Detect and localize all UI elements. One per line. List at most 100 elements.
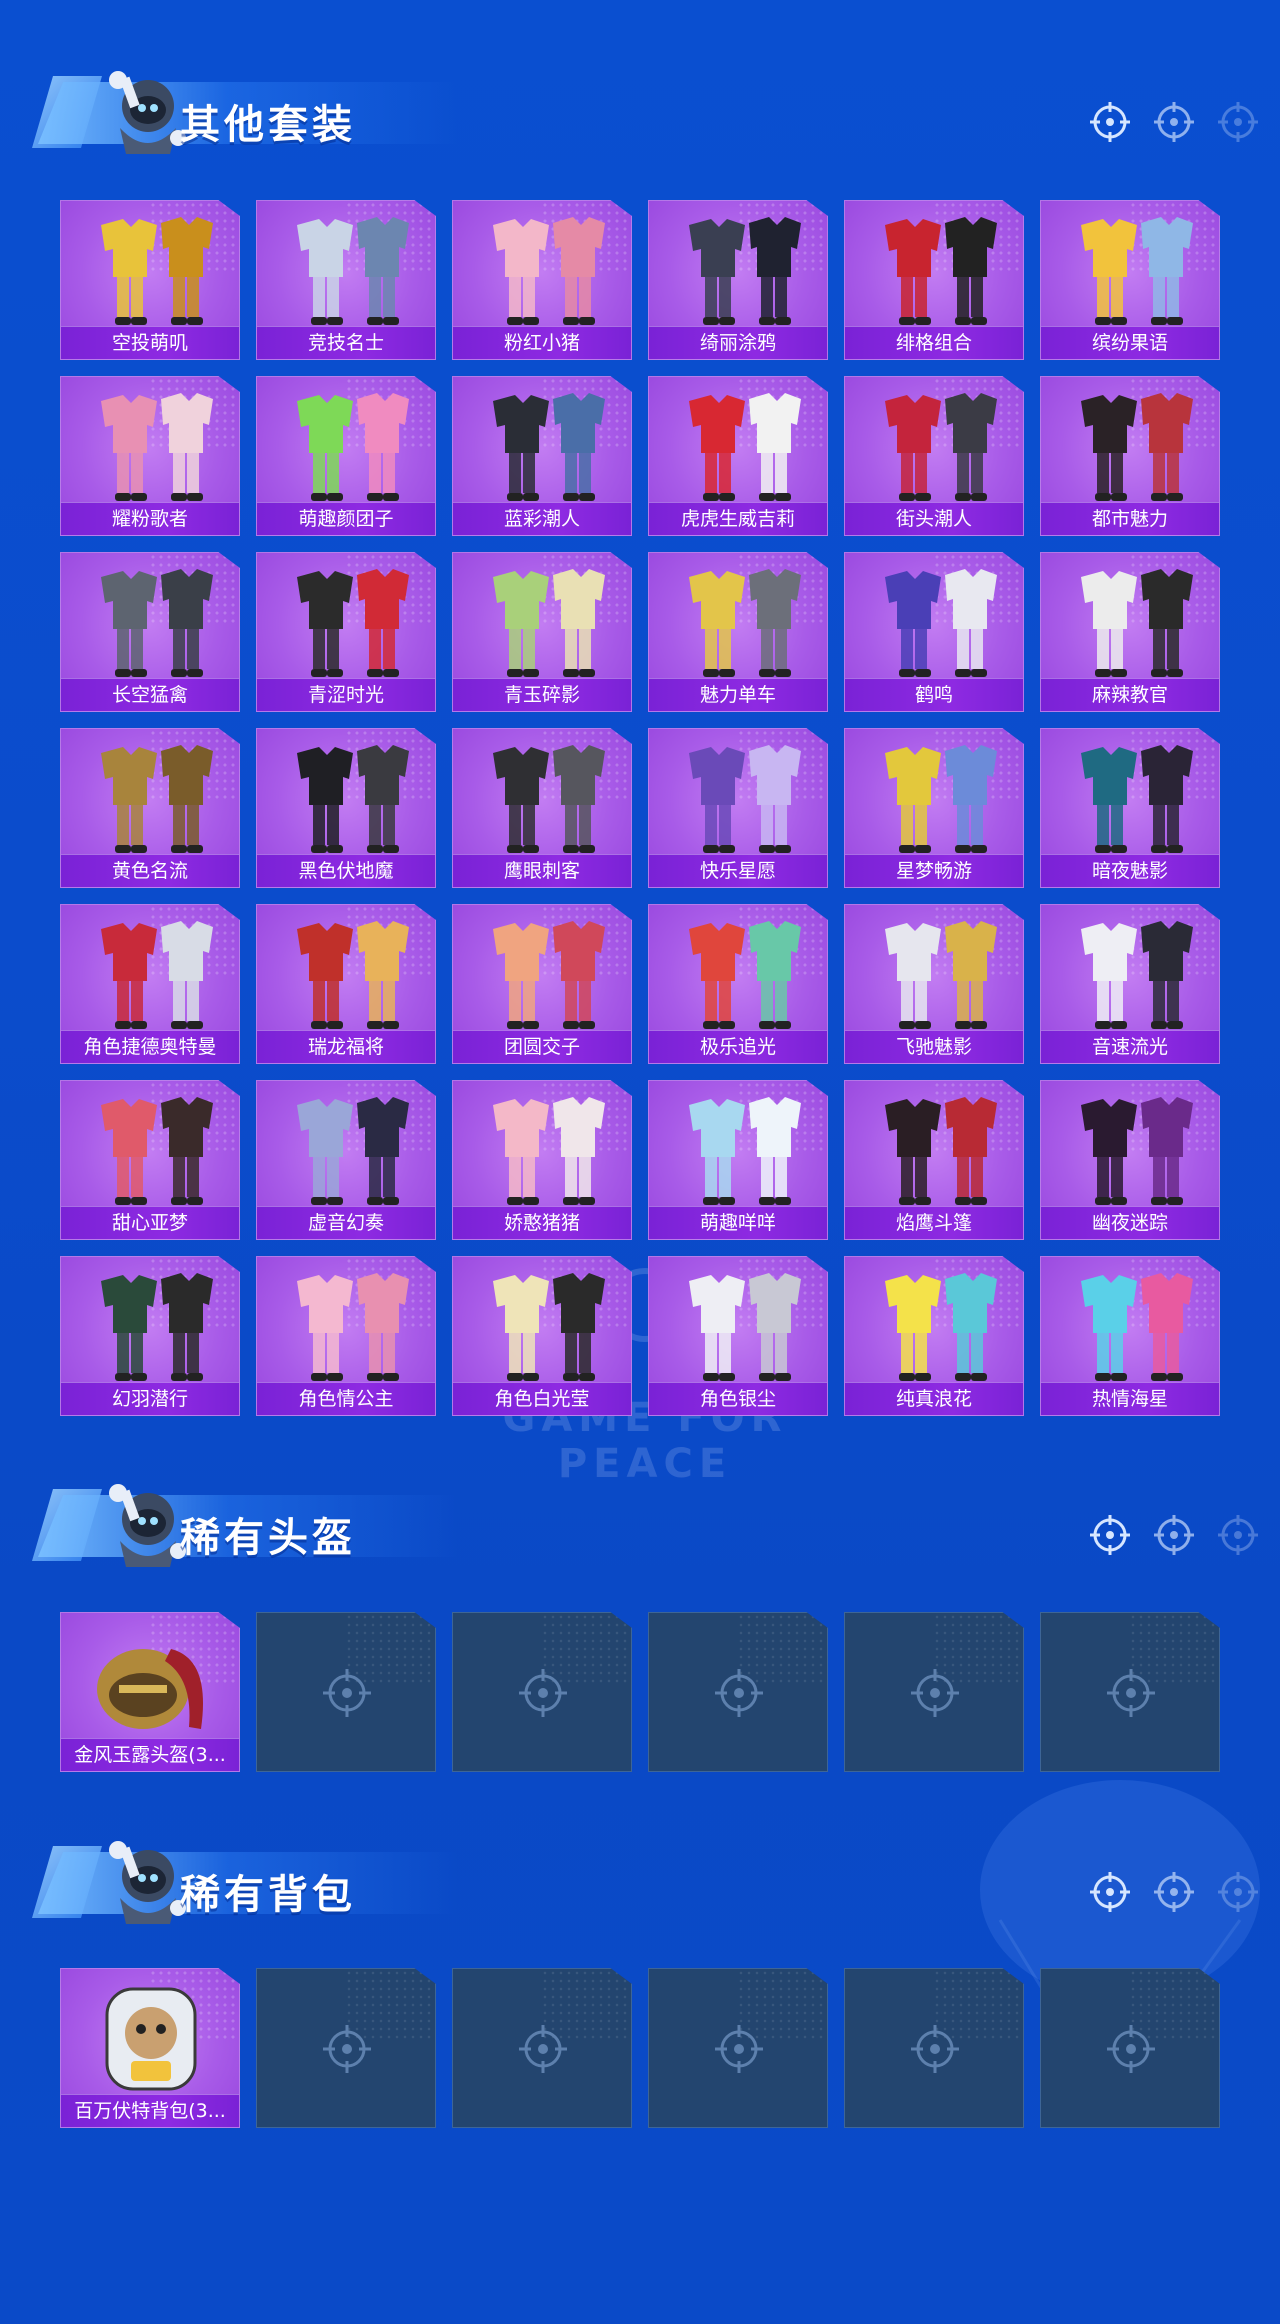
empty-slot bbox=[452, 1968, 632, 2128]
outfit-card[interactable]: 粉红小猪 bbox=[452, 200, 632, 360]
outfit-card[interactable]: 幻羽潜行 bbox=[60, 1256, 240, 1416]
crosshair-icon bbox=[1154, 102, 1194, 142]
outfit-image bbox=[297, 1097, 409, 1205]
outfit-image bbox=[101, 393, 213, 501]
helmet-image bbox=[97, 1649, 203, 1729]
item-name: 都市魅力 bbox=[1041, 502, 1219, 535]
item-name: 虚音幻奏 bbox=[257, 1206, 435, 1239]
outfit-image bbox=[297, 745, 409, 853]
item-name: 鹰眼刺客 bbox=[453, 854, 631, 887]
outfit-image bbox=[493, 921, 605, 1029]
outfit-card[interactable]: 鹤鸣 bbox=[844, 552, 1024, 712]
outfit-image bbox=[493, 1097, 605, 1205]
outfit-card[interactable]: 极乐追光 bbox=[648, 904, 828, 1064]
outfit-image bbox=[885, 1273, 997, 1381]
empty-slot bbox=[648, 1612, 828, 1772]
item-name: 绮丽涂鸦 bbox=[649, 326, 827, 359]
item-name: 极乐追光 bbox=[649, 1030, 827, 1063]
outfit-card[interactable]: 街头潮人 bbox=[844, 376, 1024, 536]
outfit-card[interactable]: 角色银尘 bbox=[648, 1256, 828, 1416]
outfit-card[interactable]: 娇憨猪猪 bbox=[452, 1080, 632, 1240]
outfit-image bbox=[493, 393, 605, 501]
outfit-image bbox=[1081, 569, 1193, 677]
item-name: 蓝彩潮人 bbox=[453, 502, 631, 535]
outfit-card[interactable]: 团圆交子 bbox=[452, 904, 632, 1064]
outfit-image bbox=[689, 745, 801, 853]
crosshair-icon bbox=[1154, 1515, 1194, 1555]
outfit-image bbox=[297, 393, 409, 501]
outfit-card[interactable]: 长空猛禽 bbox=[60, 552, 240, 712]
outfit-image bbox=[885, 745, 997, 853]
empty-slot bbox=[648, 1968, 828, 2128]
outfit-image bbox=[493, 569, 605, 677]
header-target-icons bbox=[1088, 1870, 1260, 1914]
empty-slot bbox=[844, 1968, 1024, 2128]
item-name: 空投萌叽 bbox=[61, 326, 239, 359]
crosshair-icon bbox=[323, 1669, 371, 1717]
outfit-image bbox=[885, 921, 997, 1029]
outfit-card[interactable]: 魅力单车 bbox=[648, 552, 828, 712]
outfit-card[interactable]: 星梦畅游 bbox=[844, 728, 1024, 888]
empty-slot bbox=[1040, 1968, 1220, 2128]
outfit-card[interactable]: 青玉碎影 bbox=[452, 552, 632, 712]
outfit-card[interactable]: 麻辣教官 bbox=[1040, 552, 1220, 712]
item-name: 快乐星愿 bbox=[649, 854, 827, 887]
outfit-image bbox=[101, 745, 213, 853]
outfit-card[interactable]: 纯真浪花 bbox=[844, 1256, 1024, 1416]
empty-slot bbox=[256, 1612, 436, 1772]
outfit-image bbox=[297, 217, 409, 325]
item-name: 鹤鸣 bbox=[845, 678, 1023, 711]
outfit-card[interactable]: 角色白光莹 bbox=[452, 1256, 632, 1416]
outfit-card[interactable]: 热情海星 bbox=[1040, 1256, 1220, 1416]
outfit-card[interactable]: 都市魅力 bbox=[1040, 376, 1220, 536]
rare-backpacks-grid: 百万伏特背包(3... bbox=[60, 1968, 1220, 2128]
outfit-card[interactable]: 蓝彩潮人 bbox=[452, 376, 632, 536]
item-name: 团圆交子 bbox=[453, 1030, 631, 1063]
item-name: 娇憨猪猪 bbox=[453, 1206, 631, 1239]
outfit-card[interactable]: 虚音幻奏 bbox=[256, 1080, 436, 1240]
outfit-card[interactable]: 鹰眼刺客 bbox=[452, 728, 632, 888]
outfit-card[interactable]: 竞技名士 bbox=[256, 200, 436, 360]
outfit-card[interactable]: 空投萌叽 bbox=[60, 200, 240, 360]
outfit-card[interactable]: 幽夜迷踪 bbox=[1040, 1080, 1220, 1240]
outfit-image bbox=[297, 921, 409, 1029]
crosshair-icon bbox=[1218, 1515, 1258, 1555]
outfit-card[interactable]: 黑色伏地魔 bbox=[256, 728, 436, 888]
outfit-card[interactable]: 角色情公主 bbox=[256, 1256, 436, 1416]
outfit-image bbox=[493, 745, 605, 853]
outfit-image bbox=[885, 217, 997, 325]
crosshair-icon bbox=[911, 2025, 959, 2073]
outfit-card[interactable]: 绯格组合 bbox=[844, 200, 1024, 360]
helmet-card[interactable]: 金风玉露头盔(3... bbox=[60, 1612, 240, 1772]
outfit-card[interactable]: 缤纷果语 bbox=[1040, 200, 1220, 360]
backpack-card[interactable]: 百万伏特背包(3... bbox=[60, 1968, 240, 2128]
outfit-card[interactable]: 黄色名流 bbox=[60, 728, 240, 888]
outfit-card[interactable]: 青涩时光 bbox=[256, 552, 436, 712]
outfit-card[interactable]: 萌趣咩咩 bbox=[648, 1080, 828, 1240]
outfit-image bbox=[689, 1273, 801, 1381]
item-name: 萌趣颜团子 bbox=[257, 502, 435, 535]
outfit-card[interactable]: 绮丽涂鸦 bbox=[648, 200, 828, 360]
outfit-card[interactable]: 角色捷德奥特曼 bbox=[60, 904, 240, 1064]
item-name: 绯格组合 bbox=[845, 326, 1023, 359]
outfit-card[interactable]: 焰鹰斗篷 bbox=[844, 1080, 1024, 1240]
outfit-card[interactable]: 飞驰魅影 bbox=[844, 904, 1024, 1064]
outfit-card[interactable]: 虎虎生威吉莉 bbox=[648, 376, 828, 536]
outfit-card[interactable]: 萌趣颜团子 bbox=[256, 376, 436, 536]
item-name: 青玉碎影 bbox=[453, 678, 631, 711]
outfit-card[interactable]: 暗夜魅影 bbox=[1040, 728, 1220, 888]
outfit-card[interactable]: 瑞龙福将 bbox=[256, 904, 436, 1064]
item-name: 星梦畅游 bbox=[845, 854, 1023, 887]
crosshair-icon bbox=[1090, 102, 1130, 142]
outfit-card[interactable]: 耀粉歌者 bbox=[60, 376, 240, 536]
item-name: 萌趣咩咩 bbox=[649, 1206, 827, 1239]
outfit-card[interactable]: 音速流光 bbox=[1040, 904, 1220, 1064]
crosshair-icon bbox=[1154, 1872, 1194, 1912]
item-name: 街头潮人 bbox=[845, 502, 1023, 535]
crosshair-icon bbox=[1090, 1872, 1130, 1912]
outfit-image bbox=[689, 393, 801, 501]
outfit-card[interactable]: 甜心亚梦 bbox=[60, 1080, 240, 1240]
crosshair-icon bbox=[1107, 1669, 1155, 1717]
item-name: 焰鹰斗篷 bbox=[845, 1206, 1023, 1239]
outfit-card[interactable]: 快乐星愿 bbox=[648, 728, 828, 888]
